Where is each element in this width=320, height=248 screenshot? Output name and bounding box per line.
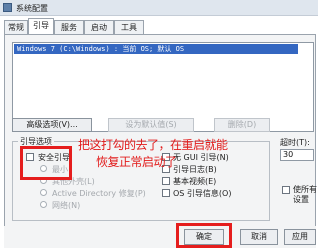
tab-boot[interactable]: 引导 [28, 18, 54, 35]
make-permanent-checkbox[interactable] [282, 186, 290, 194]
boot-log-label: 引导日志(B) [173, 165, 217, 174]
timeout-input[interactable]: 30 [280, 149, 314, 161]
system-config-icon [3, 3, 12, 12]
delete-button[interactable]: 删除(D) [214, 118, 270, 132]
os-list-item[interactable]: Windows 7 (C:\Windows) : 当前 OS; 默认 OS [14, 44, 298, 54]
advanced-options-button[interactable]: 高级选项(V)... [12, 118, 92, 132]
active-directory-label: Active Directory 修复(P) [52, 189, 146, 198]
tab-services[interactable]: 服务 [54, 20, 84, 35]
tab-tools[interactable]: 工具 [114, 20, 144, 35]
base-video-checkbox[interactable] [162, 177, 170, 185]
active-directory-radio[interactable] [40, 189, 47, 196]
cancel-button[interactable]: 取消 [240, 229, 278, 245]
network-label: 网络(N) [52, 201, 81, 210]
safe-boot-highlight-box [20, 146, 72, 180]
annotation-line-1: 把这打勾的去了，在重启就能 [78, 138, 228, 152]
make-permanent-label-2: 设置 [293, 195, 309, 204]
title-bar: 系统配置 [0, 0, 318, 16]
os-boot-info-checkbox[interactable] [162, 189, 170, 197]
set-default-button[interactable]: 设为默认值(S) [108, 118, 194, 132]
tab-startup[interactable]: 启动 [84, 20, 114, 35]
os-boot-info-label: OS 引导信息(O) [173, 189, 232, 198]
tab-general[interactable]: 常规 [4, 20, 28, 35]
window-title: 系统配置 [16, 4, 48, 13]
ok-button-highlight-box [176, 223, 232, 248]
no-gui-label: 无 GUI 引导(N) [173, 153, 229, 162]
network-radio[interactable] [40, 201, 47, 208]
base-video-label: 基本视频(E) [173, 177, 217, 186]
timeout-label: 超时(T): [280, 138, 310, 147]
apply-button[interactable]: 应用 [284, 229, 316, 245]
annotation-line-2: 恢复正常启动了 [96, 155, 177, 169]
